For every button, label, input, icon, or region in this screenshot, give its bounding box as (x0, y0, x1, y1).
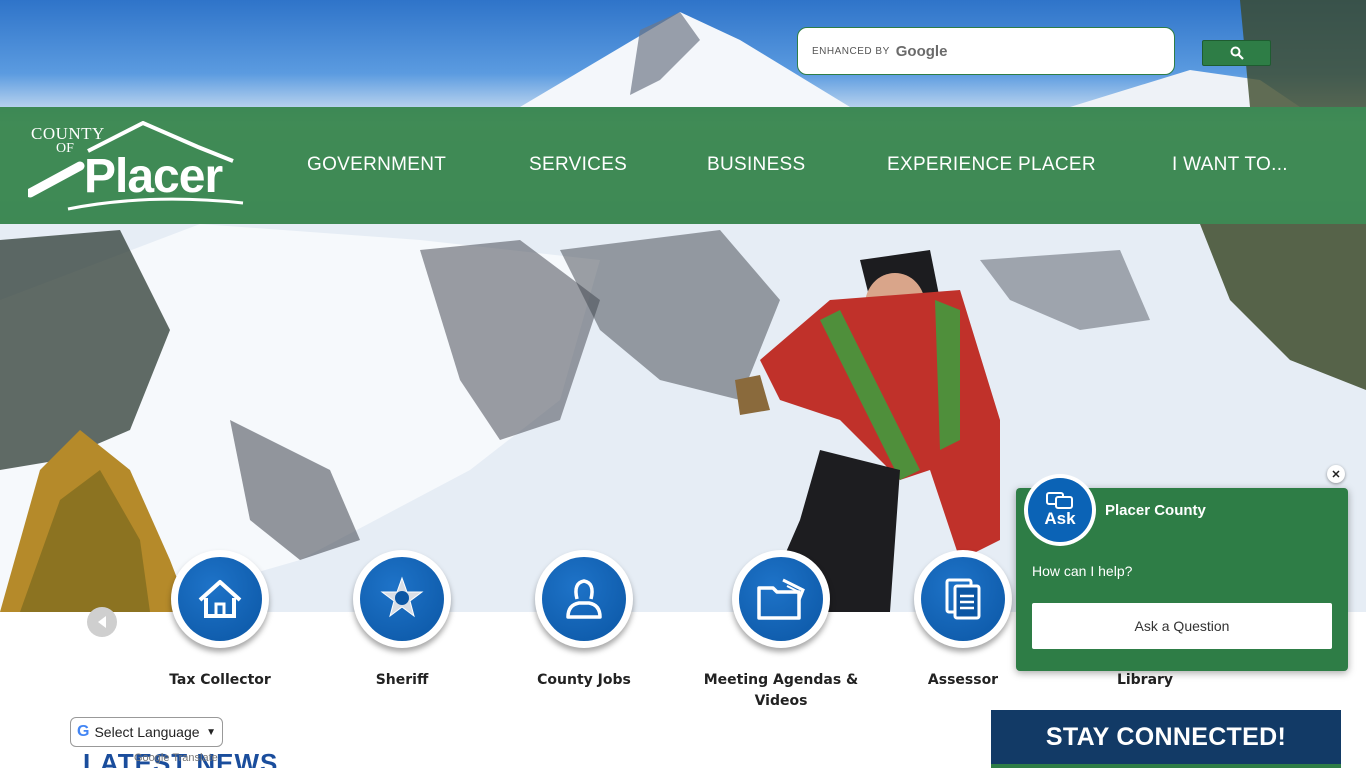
carousel-prev-button[interactable] (87, 607, 117, 637)
quick-link-sheriff[interactable]: Sheriff (312, 550, 492, 691)
folder-icon (757, 578, 805, 620)
quick-link-meeting-agendas[interactable]: Meeting Agendas & Videos (691, 550, 871, 712)
chat-avatar: Ask (1024, 474, 1096, 546)
chat-widget: Ask Placer County How can I help? Ask a … (1016, 474, 1348, 671)
county-logo[interactable]: COUNTY OF Placer (28, 121, 248, 216)
search-icon (1230, 46, 1244, 60)
chat-prompt: How can I help? (1032, 563, 1133, 579)
person-icon (566, 579, 602, 619)
google-translate-credit[interactable]: Google Translate (134, 752, 218, 764)
nav-experience-placer[interactable]: EXPERIENCE PLACER (887, 154, 1096, 176)
nav-business[interactable]: BUSINESS (707, 154, 806, 176)
stay-connected-banner[interactable]: STAY CONNECTED! (991, 710, 1341, 768)
quick-link-circle (732, 550, 830, 648)
quick-link-circle (353, 550, 451, 648)
home-icon (198, 580, 242, 618)
nav-services[interactable]: SERVICES (529, 154, 627, 176)
chat-close-button[interactable]: ✕ (1327, 465, 1345, 483)
chat-title: Placer County (1105, 502, 1206, 519)
logo-of-text: OF (56, 141, 74, 156)
search-enhanced-label: ENHANCED BY (812, 45, 890, 57)
quick-link-label: Tax Collector (169, 672, 271, 688)
close-icon: ✕ (1331, 468, 1341, 481)
search-button[interactable] (1202, 40, 1271, 66)
quick-link-label: Sheriff (375, 672, 429, 688)
language-select-label: Select Language (94, 724, 200, 740)
quick-link-tax-collector[interactable]: Tax Collector (130, 550, 310, 691)
main-navigation: COUNTY OF Placer GOVERNMENT SERVICES BUS… (0, 107, 1366, 224)
quick-link-circle (914, 550, 1012, 648)
google-g-icon: G (77, 723, 90, 740)
quick-link-label: County Jobs (537, 672, 631, 688)
nav-i-want-to[interactable]: I WANT TO... (1172, 154, 1288, 176)
quick-link-label: Assessor (927, 672, 999, 688)
language-select[interactable]: G Select Language ▼ (70, 717, 223, 747)
documents-icon (945, 578, 981, 620)
quick-link-circle (535, 550, 633, 648)
quick-link-label: Library (1116, 672, 1174, 688)
quick-link-label: Meeting Agendas & Videos (703, 672, 859, 709)
nav-government[interactable]: GOVERNMENT (307, 154, 446, 176)
quick-link-circle (171, 550, 269, 648)
search-input[interactable]: ENHANCED BY Google (797, 27, 1175, 75)
search-google-label: Google (895, 42, 948, 60)
chevron-left-icon (98, 616, 106, 628)
ask-question-button[interactable]: Ask a Question (1032, 603, 1332, 649)
logo-placer-text: Placer (84, 150, 223, 203)
chat-bubble-icon (1046, 492, 1073, 509)
sheriff-badge-icon (380, 576, 424, 618)
quick-link-county-jobs[interactable]: County Jobs (494, 550, 674, 691)
chat-avatar-label: Ask (1044, 509, 1076, 528)
chevron-down-icon: ▼ (206, 726, 216, 738)
